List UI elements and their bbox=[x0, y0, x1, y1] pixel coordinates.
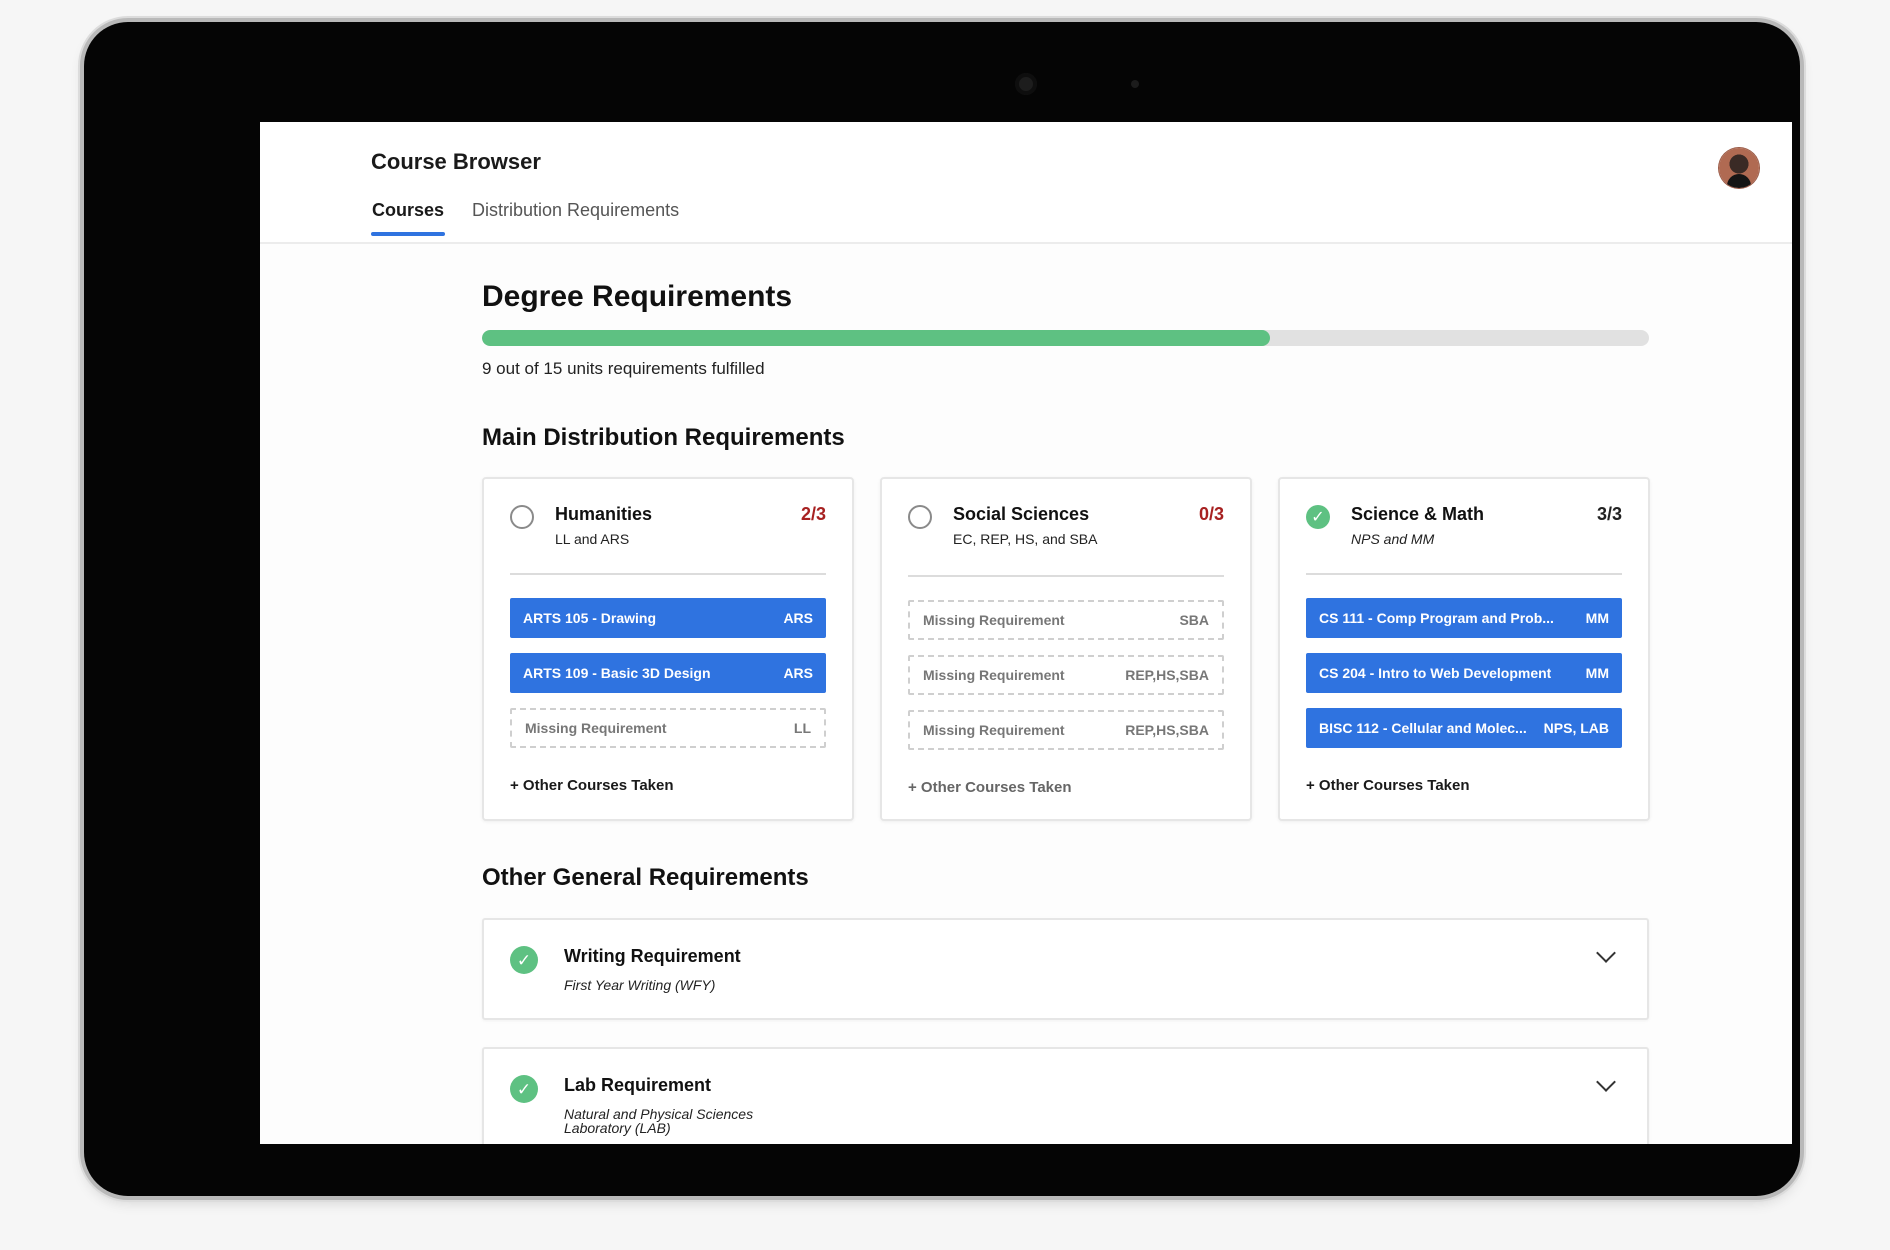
writing-requirement-row[interactable]: ✓ Writing Requirement First Year Writing… bbox=[482, 918, 1649, 1020]
check-icon: ✓ bbox=[510, 1075, 538, 1103]
course-code: NPS, LAB bbox=[1543, 720, 1609, 736]
missing-requirement-slot[interactable]: Missing Requirement LL bbox=[510, 708, 826, 748]
page-title: Degree Requirements bbox=[482, 280, 793, 313]
course-code: ARS bbox=[783, 665, 813, 681]
requirement-title: Writing Requirement bbox=[564, 946, 741, 966]
card-subtitle: LL and ARS bbox=[555, 531, 630, 547]
main-distribution-title: Main Distribution Requirements bbox=[482, 424, 845, 451]
sensor-dot bbox=[1131, 80, 1139, 88]
course-name: ARTS 109 - Basic 3D Design bbox=[523, 665, 711, 681]
missing-requirement-slot[interactable]: Missing Requirement REP,HS,SBA bbox=[908, 710, 1224, 750]
check-icon: ✓ bbox=[510, 946, 538, 974]
course-code: REP,HS,SBA bbox=[1125, 667, 1209, 683]
course-name: Missing Requirement bbox=[923, 667, 1065, 683]
check-icon: ✓ bbox=[1306, 505, 1330, 529]
tab-distribution-requirements[interactable]: Distribution Requirements bbox=[472, 200, 679, 233]
other-courses-link[interactable]: + Other Courses Taken bbox=[908, 779, 1072, 796]
other-courses-link[interactable]: + Other Courses Taken bbox=[1306, 777, 1470, 794]
course-slot[interactable]: BISC 112 - Cellular and Molec... NPS, LA… bbox=[1306, 708, 1622, 748]
course-code: MM bbox=[1585, 665, 1609, 681]
course-name: Missing Requirement bbox=[525, 720, 667, 736]
avatar[interactable] bbox=[1719, 148, 1759, 188]
card-social-sciences: Social Sciences EC, REP, HS, and SBA 0/3… bbox=[880, 477, 1252, 821]
tab-courses[interactable]: Courses bbox=[370, 200, 446, 236]
missing-requirement-slot[interactable]: Missing Requirement SBA bbox=[908, 600, 1224, 640]
course-name: Missing Requirement bbox=[923, 612, 1065, 628]
degree-progress-bar bbox=[482, 330, 1649, 346]
card-title: Humanities bbox=[555, 504, 653, 524]
card-science-math: ✓ Science & Math NPS and MM 3/3 CS 111 -… bbox=[1278, 477, 1650, 821]
card-title: Social Sciences bbox=[953, 504, 1090, 524]
requirement-title: Lab Requirement bbox=[564, 1075, 712, 1095]
course-name: ARTS 105 - Drawing bbox=[523, 610, 657, 626]
card-count: 0/3 bbox=[1198, 504, 1224, 524]
progress-text: 9 out of 15 units requirements fulfilled bbox=[482, 359, 765, 378]
requirement-subtitle: Natural and Physical Sciences Laboratory… bbox=[564, 1106, 754, 1136]
card-humanities: Humanities LL and ARS 2/3 ARTS 105 - Dra… bbox=[482, 477, 854, 821]
course-name: Missing Requirement bbox=[923, 722, 1065, 738]
card-count: 2/3 bbox=[800, 504, 826, 524]
course-slot[interactable]: ARTS 105 - Drawing ARS bbox=[510, 598, 826, 638]
card-divider bbox=[1306, 573, 1622, 575]
course-slot[interactable]: CS 111 - Comp Program and Prob... MM bbox=[1306, 598, 1622, 638]
card-subtitle: NPS and MM bbox=[1351, 531, 1435, 547]
camera-icon bbox=[1015, 73, 1037, 95]
app-header: Course Browser Courses Distribution Requ… bbox=[260, 122, 1792, 244]
incomplete-circle-icon bbox=[908, 505, 932, 529]
course-name: CS 111 - Comp Program and Prob... bbox=[1319, 610, 1554, 626]
tablet-frame: Course Browser Courses Distribution Requ… bbox=[84, 22, 1800, 1196]
degree-progress-fill bbox=[482, 330, 1270, 346]
card-count: 3/3 bbox=[1596, 504, 1622, 524]
chevron-down-icon[interactable] bbox=[1596, 943, 1616, 963]
card-subtitle: EC, REP, HS, and SBA bbox=[953, 531, 1098, 547]
course-code: MM bbox=[1585, 610, 1609, 626]
requirement-subtitle: First Year Writing (WFY) bbox=[564, 977, 716, 993]
course-code: LL bbox=[793, 720, 811, 736]
card-divider bbox=[510, 573, 826, 575]
card-title: Science & Math bbox=[1351, 504, 1485, 524]
course-code: ARS bbox=[783, 610, 813, 626]
course-code: SBA bbox=[1179, 612, 1209, 628]
other-courses-link[interactable]: + Other Courses Taken bbox=[510, 777, 674, 794]
course-slot[interactable]: CS 204 - Intro to Web Development MM bbox=[1306, 653, 1622, 693]
course-name: CS 204 - Intro to Web Development bbox=[1319, 665, 1552, 681]
course-slot[interactable]: ARTS 109 - Basic 3D Design ARS bbox=[510, 653, 826, 693]
course-code: REP,HS,SBA bbox=[1125, 722, 1209, 738]
chevron-down-icon[interactable] bbox=[1596, 1072, 1616, 1092]
course-name: BISC 112 - Cellular and Molec... bbox=[1319, 720, 1527, 736]
other-requirements-title: Other General Requirements bbox=[482, 864, 809, 891]
lab-requirement-row[interactable]: ✓ Lab Requirement Natural and Physical S… bbox=[482, 1047, 1649, 1144]
card-divider bbox=[908, 575, 1224, 577]
missing-requirement-slot[interactable]: Missing Requirement REP,HS,SBA bbox=[908, 655, 1224, 695]
app-screen: Course Browser Courses Distribution Requ… bbox=[260, 122, 1792, 1144]
incomplete-circle-icon bbox=[510, 505, 534, 529]
app-title: Course Browser bbox=[371, 149, 541, 174]
